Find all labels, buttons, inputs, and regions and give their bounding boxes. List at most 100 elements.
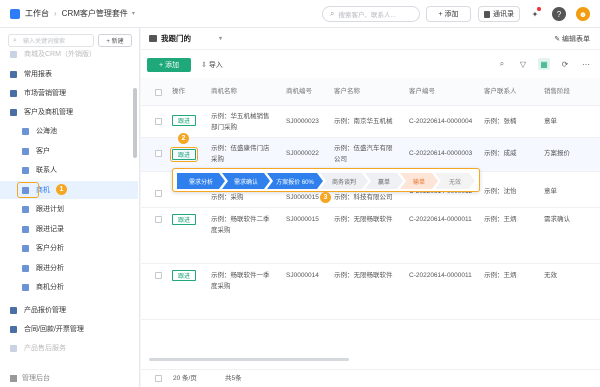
sidebar-scrollbar[interactable] bbox=[133, 88, 137, 158]
chevron-down-icon[interactable]: ▾ bbox=[132, 10, 135, 17]
sidebar-item-contracts[interactable]: 合同/回款/开票管理 bbox=[0, 320, 138, 338]
add-button[interactable]: + 添加 bbox=[426, 6, 471, 22]
sales-stage: 意单 bbox=[544, 188, 557, 195]
opportunity-code: SJ0000015 bbox=[286, 216, 319, 223]
customer-name[interactable]: 示例：伍盛汽车有限公司 bbox=[334, 143, 398, 165]
sales-stage: 意单 bbox=[544, 118, 557, 125]
search-placeholder: 搜索客户、联系人... bbox=[338, 12, 396, 19]
sidebar-item-follow-analysis[interactable]: 跟进分析 bbox=[0, 259, 138, 277]
customer-contact[interactable]: 示例：沈怡 bbox=[484, 186, 517, 197]
stage-step[interactable]: 无效 bbox=[435, 173, 475, 189]
column-header: 商机名称 bbox=[211, 88, 237, 95]
opportunity-name[interactable]: 示例：畅联软件二季度采购 bbox=[211, 214, 273, 236]
refresh-icon[interactable]: ⟳ bbox=[559, 58, 571, 70]
opportunity-name[interactable]: 示例：华五机械销售部门采购 bbox=[211, 111, 273, 133]
sidebar-item-reports[interactable]: 常用报表 bbox=[0, 65, 138, 83]
sidebar-item-crm-export[interactable]: 商城及CRM（外销版） bbox=[0, 45, 138, 63]
stage-step[interactable]: 方案报价 60% bbox=[267, 173, 323, 189]
sales-stage: 无效 bbox=[544, 272, 557, 279]
row-checkbox[interactable] bbox=[155, 272, 162, 279]
search-icon: ⌕ bbox=[330, 9, 335, 18]
folder-icon bbox=[10, 344, 17, 352]
contacts-button[interactable]: 通讯录 bbox=[478, 6, 520, 22]
new-record-button[interactable]: + 添加 bbox=[147, 58, 191, 72]
row-checkbox[interactable] bbox=[155, 150, 162, 157]
folder-icon bbox=[10, 70, 17, 78]
row-checkbox[interactable] bbox=[155, 216, 162, 223]
suite-name[interactable]: CRM客户管理套件 bbox=[62, 8, 128, 19]
sidebar-item-customer-opportunity[interactable]: 客户及商机管理 bbox=[0, 103, 138, 121]
stage-step[interactable]: 商务谈判 bbox=[320, 173, 368, 189]
follow-up-button[interactable]: 跟进 bbox=[172, 214, 196, 225]
follow-up-button[interactable]: 跟进 bbox=[172, 270, 196, 281]
row-checkbox[interactable] bbox=[155, 190, 162, 197]
toolbar-icons: ⌕ ▽ ▦ ⟳ ⋯ bbox=[496, 58, 592, 70]
annotation-badge-3: 3 bbox=[320, 192, 331, 203]
sidebar-item-marketing[interactable]: 市场营销管理 bbox=[0, 84, 138, 102]
sidebar-item-opportunity-analysis[interactable]: 商机分析 bbox=[0, 278, 138, 296]
toolbar: + 添加 ⇩ 导入 ⌕ ▽ ▦ ⟳ ⋯ bbox=[141, 54, 600, 74]
app-name[interactable]: 工作台 bbox=[25, 8, 49, 19]
customer-name[interactable]: 示例：南京华五机械 bbox=[334, 116, 393, 127]
column-header: 商机编号 bbox=[286, 88, 312, 95]
sidebar-item-label: 产品报价管理 bbox=[24, 307, 66, 314]
search-icon: ⌕ bbox=[13, 36, 17, 44]
stage-step[interactable]: 需求分析 bbox=[177, 173, 225, 189]
sidebar-item-public-pool[interactable]: 公海池 bbox=[0, 122, 138, 140]
stage-step[interactable]: 需求确认 bbox=[222, 173, 270, 189]
stage-step[interactable]: 赢单 bbox=[365, 173, 403, 189]
sidebar: ⌕ 输入关键词搜索 + 新建 商城及CRM（外销版） 常用报表 市场营销管理 客… bbox=[0, 28, 140, 387]
chevron-right-icon: › bbox=[54, 9, 57, 18]
table-row[interactable]: 跟进 示例：畅联软件一季度采购 SJ0000014 示例：无限畅联软件 C-20… bbox=[141, 264, 600, 320]
customer-contact[interactable]: 示例：王炳 bbox=[484, 214, 517, 225]
customer-code: C-20220614-0000011 bbox=[409, 272, 472, 279]
sidebar-item-after-sales[interactable]: 产品售后服务 bbox=[0, 339, 138, 357]
stage-step[interactable]: 输单 bbox=[400, 173, 438, 189]
admin-link[interactable]: 管理后台 bbox=[10, 373, 50, 383]
customer-name[interactable]: 示例：无限畅联软件 bbox=[334, 270, 393, 281]
filter-icon[interactable]: ▽ bbox=[517, 58, 529, 70]
opportunity-code: SJ0000014 bbox=[286, 272, 319, 279]
import-button[interactable]: ⇩ 导入 bbox=[201, 58, 223, 72]
pager-select-checkbox[interactable] bbox=[155, 375, 162, 382]
table-row[interactable]: 跟进 示例：华五机械销售部门采购 SJ0000023 示例：南京华五机械 C-2… bbox=[141, 106, 600, 138]
table-row[interactable]: 跟进 示例：伍盛康伟门店采购 SJ0000022 示例：伍盛汽车有限公司 C-2… bbox=[141, 138, 600, 172]
customer-contact[interactable]: 示例：王炳 bbox=[484, 270, 517, 281]
table-horizontal-scrollbar[interactable] bbox=[149, 358, 349, 361]
record-icon bbox=[22, 225, 29, 233]
customer-contact[interactable]: 示例：成威 bbox=[484, 148, 517, 159]
edit-view-button[interactable]: ✎ 编辑表单 bbox=[554, 34, 590, 44]
sidebar-item-label: 客户及商机管理 bbox=[24, 109, 73, 116]
notification-dot bbox=[537, 7, 541, 11]
row-checkbox[interactable] bbox=[155, 118, 162, 125]
page-size-selector[interactable]: 20 条/页 bbox=[173, 373, 197, 384]
sidebar-item-customer-analysis[interactable]: 客户分析 bbox=[0, 239, 138, 257]
sidebar-item-product-quote[interactable]: 产品报价管理 bbox=[0, 301, 138, 319]
sidebar-item-contacts[interactable]: 联系人 bbox=[0, 161, 138, 179]
pagination: 20 条/页 共5条 bbox=[141, 369, 600, 387]
customer-name[interactable]: 示例：无限畅联软件 bbox=[334, 214, 393, 225]
view-selector[interactable]: 我跟门的 ▾ bbox=[149, 33, 222, 44]
global-search-input[interactable]: ⌕ 搜索客户、联系人... bbox=[322, 6, 420, 22]
more-icon[interactable]: ⋯ bbox=[580, 58, 592, 70]
opportunity-name[interactable]: 示例：伍盛康伟门店采购 bbox=[211, 143, 273, 165]
sidebar-item-customers[interactable]: 客户 bbox=[0, 142, 138, 160]
follow-up-button[interactable]: 跟进 bbox=[170, 147, 198, 162]
column-header: 客户名称 bbox=[334, 88, 360, 95]
select-all-checkbox[interactable] bbox=[155, 89, 162, 96]
search-icon[interactable]: ⌕ bbox=[496, 58, 508, 70]
user-avatar[interactable]: ☻ bbox=[576, 7, 590, 21]
opportunity-name[interactable]: 示例：采购 bbox=[211, 192, 244, 203]
customer-name[interactable]: 示例：科技有限公司 bbox=[334, 192, 393, 203]
sidebar-item-follow-records[interactable]: 跟进记录 bbox=[0, 220, 138, 238]
help-icon[interactable]: ? bbox=[552, 7, 566, 21]
follow-up-button[interactable]: 跟进 bbox=[172, 115, 196, 126]
opportunity-name[interactable]: 示例：畅联软件一季度采购 bbox=[211, 270, 273, 292]
notification-bell-icon[interactable]: ✦ bbox=[528, 7, 542, 21]
annotation-highlight-ring bbox=[17, 182, 39, 198]
customer-contact[interactable]: 示例：张楠 bbox=[484, 116, 517, 127]
table-row[interactable]: 跟进 示例：畅联软件二季度采购 SJ0000015 示例：无限畅联软件 C-20… bbox=[141, 208, 600, 264]
view-name: 我跟门的 bbox=[161, 34, 191, 43]
chart-view-icon[interactable]: ▦ bbox=[538, 58, 550, 70]
sidebar-item-follow-plan[interactable]: 跟进计划 bbox=[0, 200, 138, 218]
